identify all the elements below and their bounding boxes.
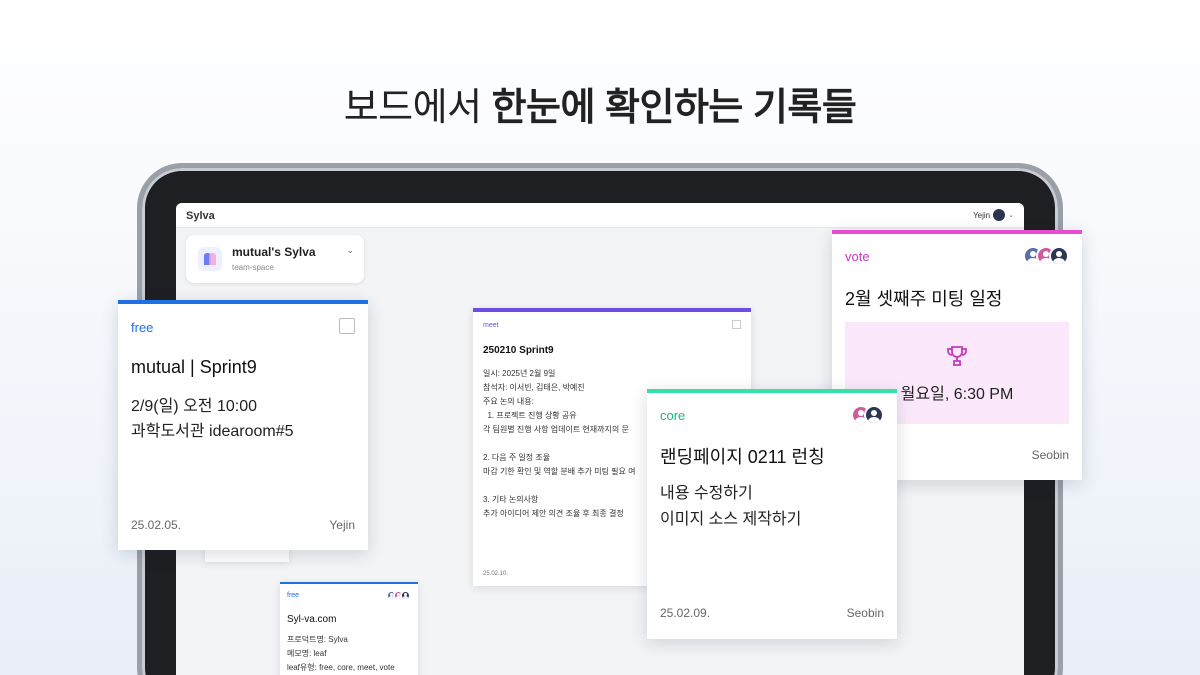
team-switcher[interactable]: mutual's Sylva team-space ⌄: [186, 235, 364, 283]
trophy-icon: [947, 346, 967, 366]
team-logo-icon: [198, 247, 222, 271]
card-color-bar: [832, 230, 1082, 234]
user-avatar-icon: [993, 209, 1006, 221]
card-title: mutual | Sprint9: [131, 357, 257, 377]
app-title[interactable]: Sylva: [186, 210, 215, 222]
card-date: 25.02.10.: [483, 571, 509, 577]
leaf-card-core[interactable]: core 랜딩페이지 0211 런칭 내용 수정하기 이미지 소스 제작하기 2…: [647, 389, 897, 639]
card-line: 과학도서관 idearoom#5: [131, 423, 294, 440]
avatar-icon: [400, 590, 411, 601]
leaf-type-tag: meet: [483, 322, 499, 329]
card-line: 2. 다음 주 일정 조율: [483, 453, 551, 462]
card-title: Syl-va.com: [287, 614, 337, 625]
leaf-type-tag: vote: [845, 249, 870, 264]
avatar-icon: [1049, 246, 1069, 266]
team-subtitle: team-space: [232, 263, 274, 272]
user-name: Yejin: [973, 210, 991, 220]
page-headline: 보드에서 한눈에 확인하는 기록들: [0, 76, 1200, 131]
card-body: 일시: 2025년 2월 9일참석자: 이서빈, 김태은, 박예진주요 논의 내…: [483, 367, 651, 521]
avatar-icon: [864, 405, 884, 425]
card-line: 각 팀원별 진행 사항 업데이트 현재까지의 문: [483, 425, 629, 434]
participant-avatars: [1023, 246, 1069, 266]
headline-light: 보드에서: [343, 87, 492, 129]
participant-avatars: [851, 405, 884, 425]
team-name: mutual's Sylva: [232, 245, 316, 259]
leaf-card-free[interactable]: free mutual | Sprint9 2/9(일) 오전 10:00 과학…: [118, 300, 368, 550]
card-author: Seobin: [1031, 448, 1069, 462]
card-line: 추가 아이디어 제안 의견 조율 후 최종 결정: [483, 509, 624, 518]
card-body: 내용 수정하기 이미지 소스 제작하기: [660, 481, 801, 533]
card-title: 2월 셋째주 미팅 일정: [845, 289, 1003, 309]
card-line: 2/9(일) 오전 10:00: [131, 398, 257, 415]
card-author: Seobin: [846, 606, 884, 620]
card-author: Yejin: [329, 518, 355, 532]
card-line: 프로덕트명: Sylva: [287, 635, 348, 644]
card-color-bar: [647, 389, 897, 393]
card-body: 2/9(일) 오전 10:00 과학도서관 idearoom#5: [131, 394, 294, 444]
card-checkbox[interactable]: [732, 320, 741, 329]
leaf-type-tag: free: [131, 320, 154, 335]
leaf-type-tag: core: [660, 408, 686, 423]
card-line: 내용 수정하기: [660, 485, 753, 502]
card-line: [483, 479, 651, 493]
card-body: 프로덕트명: Sylva 메모명: leaf leaf유형: free, cor…: [287, 633, 395, 675]
card-color-bar: [280, 582, 418, 584]
app-bar: Sylva Yejin ⌄: [176, 203, 1024, 228]
card-line: 마감 기한 확인 및 역할 분배 추가 미팅 필요 여: [483, 467, 636, 476]
card-line: 3. 기타 논의사항: [483, 495, 539, 504]
headline-bold: 한눈에 확인하는 기록들: [491, 87, 857, 129]
card-title: 250210 Sprint9: [483, 345, 554, 356]
card-date: 25.02.09.: [660, 606, 711, 620]
card-line: leaf유형: free, core, meet, vote: [287, 663, 395, 672]
card-title: 랜딩페이지 0211 런칭: [660, 447, 825, 467]
card-line: 1. 프로젝트 진행 상황 공유: [483, 411, 577, 420]
card-line: 참석자: 이서빈, 김태은, 박예진: [483, 383, 585, 392]
card-line: 메모명: leaf: [287, 649, 327, 658]
card-color-bar: [118, 300, 368, 304]
card-line: 일시: 2025년 2월 9일: [483, 369, 556, 378]
card-color-bar: [473, 308, 751, 312]
card-line: 이미지 소스 제작하기: [660, 511, 802, 528]
user-menu[interactable]: Yejin ⌄: [973, 209, 1014, 221]
card-line: [483, 437, 651, 451]
leaf-card-free-small[interactable]: free Syl-va.com 프로덕트명: Sylva 메모명: leaf l…: [280, 582, 418, 675]
participant-avatars: [386, 590, 411, 601]
chevron-down-icon: ⌄: [1008, 212, 1014, 219]
chevron-down-icon[interactable]: ⌄: [346, 245, 354, 256]
card-date: 25.02.05.: [131, 518, 182, 532]
card-checkbox[interactable]: [339, 318, 355, 334]
card-line: 주요 논의 내용:: [483, 397, 534, 406]
leaf-type-tag: free: [287, 592, 300, 599]
